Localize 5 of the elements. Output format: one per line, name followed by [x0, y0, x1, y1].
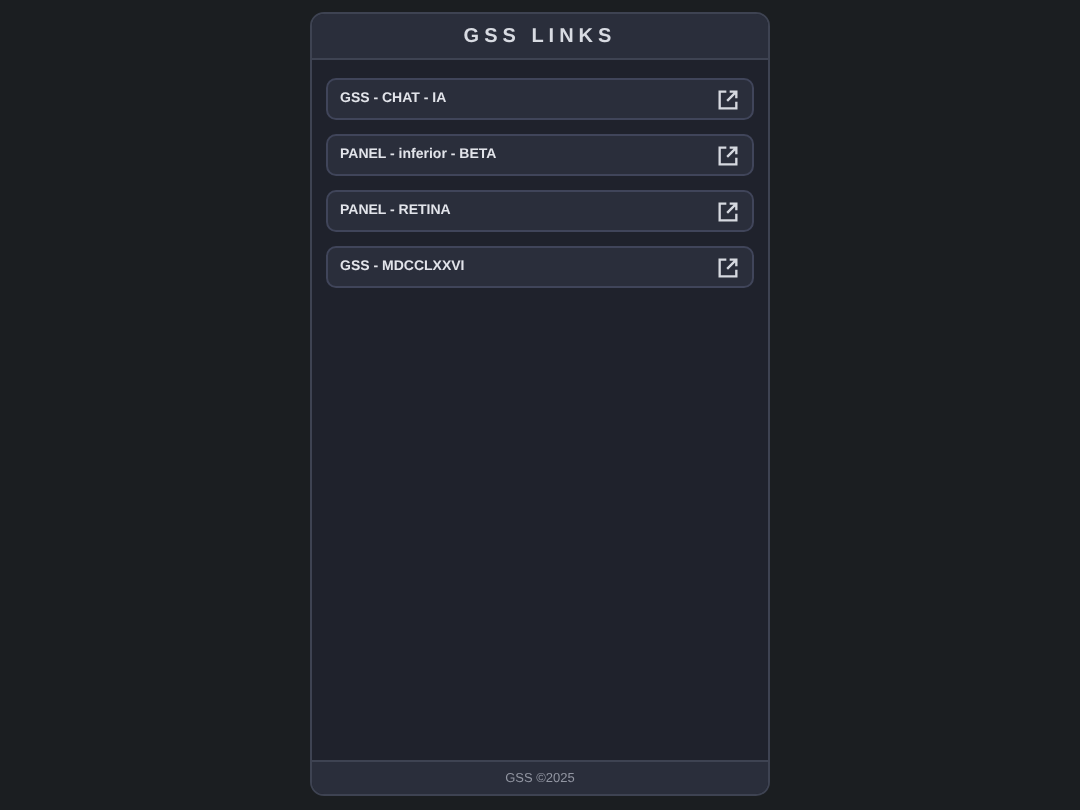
panel-title: GSS LINKS [463, 25, 617, 47]
external-link-icon [718, 145, 738, 165]
external-link-icon [718, 201, 738, 221]
external-link-icon [718, 257, 738, 277]
external-link-icon [718, 89, 738, 109]
